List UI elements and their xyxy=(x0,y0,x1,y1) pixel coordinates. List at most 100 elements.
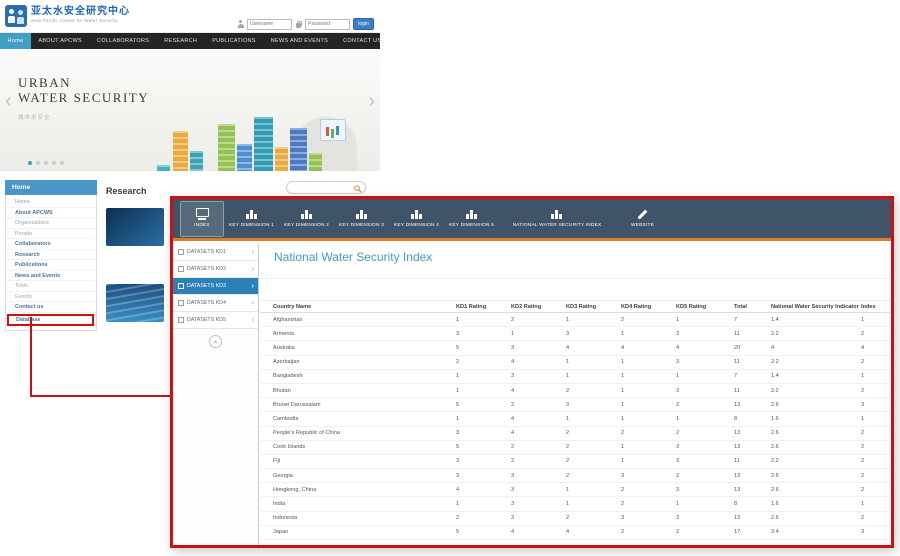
cell-kd3: 2 xyxy=(566,473,621,479)
search-box[interactable] xyxy=(286,181,366,194)
table-row[interactable]: Afghanistan1212171.41 xyxy=(260,313,891,327)
table-row[interactable]: Cook Islands52213132.62 xyxy=(260,441,891,455)
table-row[interactable]: Armenia31313112.22 xyxy=(260,327,891,341)
nav-item[interactable]: NEWS AND EVENTS xyxy=(263,33,335,49)
toolbar-item[interactable]: NATIONAL WATER SECURITY INDEX xyxy=(499,201,615,237)
dataset-item[interactable]: DATASETS KD2› xyxy=(173,261,258,278)
dataset-item[interactable]: DATASETS KD4› xyxy=(173,295,258,312)
column-header[interactable]: KD2 Rating xyxy=(511,304,566,310)
table-row[interactable]: Hongkong, China43123132.62 xyxy=(260,483,891,497)
chevron-right-icon: › xyxy=(251,265,254,273)
annotation-connector-horizontal xyxy=(30,395,171,397)
table-row[interactable]: Japan54422173.43 xyxy=(260,526,891,540)
nav-item[interactable]: Home xyxy=(0,33,31,49)
nav-item[interactable]: COLLABORATORS xyxy=(89,33,156,49)
password-input[interactable] xyxy=(305,19,350,30)
nav-item[interactable]: CONTACT US xyxy=(336,33,389,49)
dataset-item[interactable]: DATASETS KD1› xyxy=(173,244,258,261)
table-row[interactable]: Bhutan14213112.22 xyxy=(260,384,891,398)
carousel-dot[interactable] xyxy=(28,161,32,165)
cell-total: 17 xyxy=(734,529,771,535)
collapse-toggle-button[interactable]: › xyxy=(209,335,222,348)
cell-kd1: 1 xyxy=(456,501,511,507)
annotation-connector-vertical xyxy=(30,317,32,397)
site-logo[interactable]: 亚太水安全研究中心 Asia-Pacific Center for Water … xyxy=(5,5,130,27)
carousel-dot[interactable] xyxy=(52,161,56,165)
dataset-item[interactable]: DATASETS KD5› xyxy=(173,312,258,329)
nav-item[interactable]: ABOUT APCWS xyxy=(31,33,90,49)
cell-nwsi: 2.6 xyxy=(771,515,861,521)
research-thumbnail[interactable] xyxy=(106,208,164,246)
column-header[interactable]: National Water Security Indicator xyxy=(771,304,861,310)
cell-kd5: 1 xyxy=(676,416,734,422)
column-header[interactable]: KD5 Rating xyxy=(676,304,734,310)
sidebar-item[interactable]: News and Events xyxy=(6,271,96,282)
table-row[interactable]: India1312181.61 xyxy=(260,497,891,511)
column-header[interactable]: Index xyxy=(861,304,891,310)
database-overlay-panel: INDEXKEY DIMENSION 1KEY DIMENSION 2KEY D… xyxy=(170,196,894,548)
cell-kd2: 3 xyxy=(511,487,566,493)
table-row[interactable]: Australia534442044 xyxy=(260,341,891,355)
toolbar-item[interactable]: KEY DIMENSION 5 xyxy=(444,201,499,237)
sidebar-item[interactable]: Home xyxy=(6,197,96,208)
sidebar-item[interactable]: Publications xyxy=(6,260,96,271)
column-header[interactable]: KD1 Rating xyxy=(456,304,511,310)
login-button[interactable]: login xyxy=(353,18,374,30)
cell-kd1: 5 xyxy=(456,529,511,535)
sidebar-item[interactable]: Research xyxy=(6,250,96,261)
nav-item[interactable]: PUBLICATIONS xyxy=(205,33,264,49)
username-input[interactable] xyxy=(247,19,292,30)
cell-kd1: 1 xyxy=(456,388,511,394)
sidebar-item[interactable]: Events xyxy=(6,292,96,303)
toolbar-item[interactable]: INDEX xyxy=(180,201,224,237)
cell-kd1: 1 xyxy=(456,317,511,323)
cell-country: Indonesia xyxy=(273,515,456,521)
sidebar-item[interactable]: People xyxy=(6,229,96,240)
toolbar-item[interactable]: KEY DIMENSION 2 xyxy=(279,201,334,237)
cell-kd4: 1 xyxy=(621,331,676,337)
table-row[interactable]: Brunei Darussalam52312132.63 xyxy=(260,398,891,412)
cell-kd1: 5 xyxy=(456,444,511,450)
table-row[interactable]: Cambodia1411181.61 xyxy=(260,412,891,426)
site-title-zh: 亚太水安全研究中心 xyxy=(31,5,130,18)
cell-kd2: 4 xyxy=(511,388,566,394)
overlay-toolbar: INDEXKEY DIMENSION 1KEY DIMENSION 2KEY D… xyxy=(173,199,891,241)
toolbar-item[interactable]: KEY DIMENSION 4 xyxy=(389,201,444,237)
table-row[interactable]: People's Republic of China34222132.62 xyxy=(260,427,891,441)
toolbar-item[interactable]: WEBSITE xyxy=(615,201,670,237)
carousel-dot[interactable] xyxy=(60,161,64,165)
sidebar-item[interactable]: Organizations xyxy=(6,218,96,229)
column-header[interactable]: KD4 Rating xyxy=(621,304,676,310)
column-header[interactable]: KD3 Rating xyxy=(566,304,621,310)
sidebar-item[interactable]: Tools xyxy=(6,281,96,292)
chart-icon xyxy=(245,208,259,220)
cell-kd4: 1 xyxy=(621,359,676,365)
dataset-item[interactable]: DATASETS KD3› xyxy=(173,278,258,295)
cell-total: 13 xyxy=(734,402,771,408)
table-row[interactable]: Fiji32213112.22 xyxy=(260,455,891,469)
sidebar-item[interactable]: About APCWS xyxy=(6,208,96,219)
sidebar-item[interactable]: Contact us xyxy=(6,302,96,313)
sidebar-item[interactable]: Database xyxy=(7,314,94,326)
table-row[interactable]: Georgia33232132.62 xyxy=(260,469,891,483)
nav-item[interactable]: RESEARCH xyxy=(157,33,205,49)
carousel-next-arrow[interactable]: › xyxy=(368,91,375,111)
carousel-dot[interactable] xyxy=(44,161,48,165)
cell-kd4: 2 xyxy=(621,430,676,436)
carousel-prev-arrow[interactable]: ‹ xyxy=(5,91,12,111)
cell-total: 11 xyxy=(734,388,771,394)
research-thumbnail[interactable] xyxy=(106,284,164,322)
cell-index: 2 xyxy=(861,487,891,493)
table-row[interactable]: Azerbaijan24113112.22 xyxy=(260,356,891,370)
cell-kd3: 1 xyxy=(566,501,621,507)
cell-kd3: 1 xyxy=(566,487,621,493)
column-header[interactable]: Total xyxy=(734,304,771,310)
toolbar-item[interactable]: KEY DIMENSION 3 xyxy=(334,201,389,237)
sidebar-item[interactable]: Collaborators xyxy=(6,239,96,250)
table-row[interactable]: Indonesia23233132.62 xyxy=(260,512,891,526)
cell-kd1: 3 xyxy=(456,430,511,436)
carousel-dot[interactable] xyxy=(36,161,40,165)
column-header[interactable]: Country Name xyxy=(273,304,456,310)
toolbar-item[interactable]: KEY DIMENSION 1 xyxy=(224,201,279,237)
table-row[interactable]: Bangladesh1311171.41 xyxy=(260,370,891,384)
